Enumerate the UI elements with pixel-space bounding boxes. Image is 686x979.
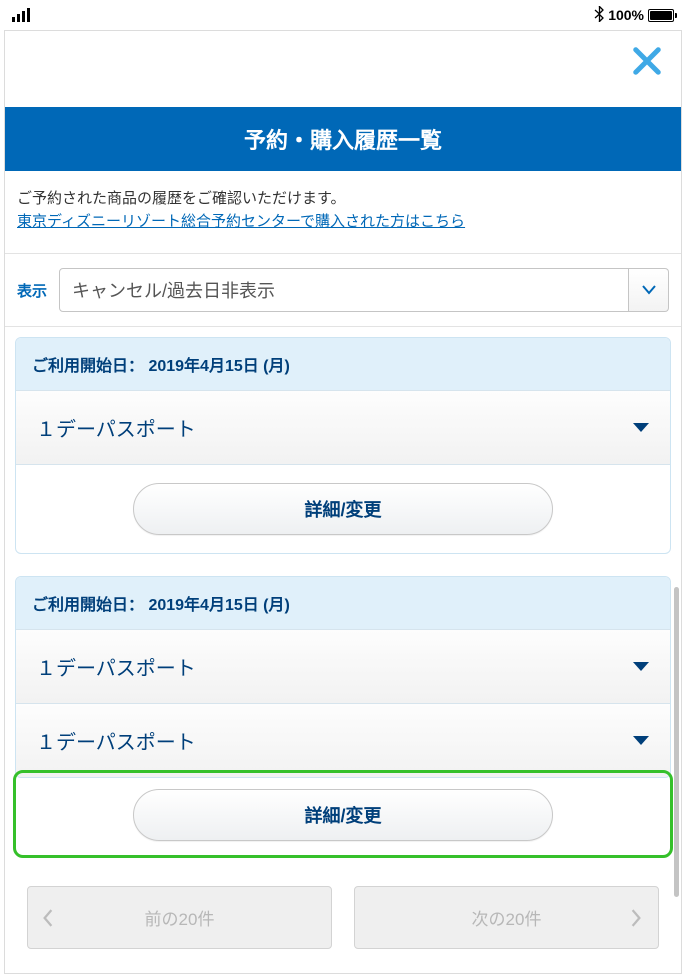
booking-action-area: 詳細/変更	[16, 464, 670, 553]
bookings-list: ご利用開始日： 2019年4月15日 (月) １デーパスポート 詳細/変更 ご利…	[5, 327, 681, 965]
booking-item-label: １デーパスポート	[36, 413, 196, 442]
battery-text: 100%	[608, 7, 644, 23]
filter-dropdown-button[interactable]	[629, 268, 669, 312]
signal-icon	[12, 8, 30, 22]
booking-item-label: １デーパスポート	[36, 652, 196, 681]
filter-selected-value: キャンセル/過去日非表示	[59, 268, 629, 312]
booking-item-row[interactable]: １デーパスポート	[16, 390, 670, 464]
chevron-down-icon	[642, 285, 656, 295]
booking-card: ご利用開始日： 2019年4月15日 (月) １デーパスポート 詳細/変更	[15, 337, 671, 554]
chevron-down-icon	[632, 660, 650, 674]
next-page-label: 次の20件	[472, 905, 542, 930]
close-icon	[632, 46, 662, 76]
chevron-right-icon	[630, 909, 644, 927]
detail-change-button[interactable]: 詳細/変更	[133, 789, 553, 841]
chevron-down-icon	[632, 734, 650, 748]
intro-link[interactable]: 東京ディズニーリゾート総合予約センターで購入された方はこちら	[17, 213, 465, 230]
intro-text: ご予約された商品の履歴をご確認いただけます。	[17, 187, 669, 208]
filter-row: 表示 キャンセル/過去日非表示	[5, 254, 681, 327]
next-page-button[interactable]: 次の20件	[354, 886, 659, 949]
intro-block: ご予約された商品の履歴をご確認いただけます。 東京ディズニーリゾート総合予約セン…	[5, 171, 681, 254]
booking-item-row[interactable]: １デーパスポート	[16, 703, 670, 777]
prev-page-label: 前の20件	[145, 905, 215, 930]
booking-card: ご利用開始日： 2019年4月15日 (月) １デーパスポート １デーパスポート	[15, 576, 671, 778]
chevron-left-icon	[42, 909, 56, 927]
highlighted-action: 詳細/変更	[13, 770, 673, 858]
pager: 前の20件 次の20件	[15, 886, 671, 957]
battery-icon	[648, 9, 674, 22]
bluetooth-icon	[594, 6, 604, 25]
chevron-down-icon	[632, 421, 650, 435]
scrollbar[interactable]	[674, 587, 679, 897]
close-button[interactable]	[627, 41, 667, 81]
booking-item-label: １デーパスポート	[36, 726, 196, 755]
prev-page-button[interactable]: 前の20件	[27, 886, 332, 949]
status-bar: 100%	[0, 0, 686, 30]
booking-date: ご利用開始日： 2019年4月15日 (月)	[16, 577, 670, 629]
booking-action-area: 詳細/変更	[22, 781, 664, 849]
page-title: 予約・購入履歴一覧	[5, 107, 681, 171]
booking-item-row[interactable]: １デーパスポート	[16, 629, 670, 703]
detail-change-button[interactable]: 詳細/変更	[133, 483, 553, 535]
filter-label: 表示	[17, 280, 47, 301]
booking-date: ご利用開始日： 2019年4月15日 (月)	[16, 338, 670, 390]
filter-select[interactable]: キャンセル/過去日非表示	[59, 268, 669, 312]
